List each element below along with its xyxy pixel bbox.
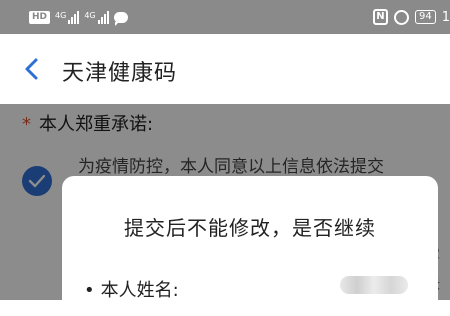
alarm-icon (393, 9, 409, 25)
name-label: 本人姓名: (100, 280, 179, 301)
app-header: 天津健康码 (0, 34, 450, 104)
message-icon (113, 11, 128, 26)
redacted-name (340, 276, 408, 294)
signal-icon-2: 4G (84, 10, 109, 24)
status-right: N 94 1 (372, 8, 450, 26)
network-type-2: 4G (84, 10, 96, 20)
confirm-dialog: 提交后不能修改，是否继续 • 本人姓名: (62, 176, 438, 316)
status-bar: HD 4G 4G N 94 1 (0, 0, 450, 34)
battery-icon: 94 (414, 10, 436, 24)
signal-icon: 4G (55, 10, 80, 24)
nfc-icon: N (372, 9, 388, 25)
page-title: 天津健康码 (62, 61, 178, 86)
chevron-left-icon (25, 58, 38, 80)
clock: 1 (441, 9, 450, 25)
hd-icon: HD (29, 10, 51, 24)
dialog-name-row: • 本人姓名: (84, 276, 179, 302)
back-button[interactable] (16, 51, 52, 87)
dialog-title: 提交后不能修改，是否继续 (124, 216, 376, 240)
bullet: • (84, 280, 95, 301)
network-type: 4G (55, 10, 67, 20)
status-left: HD 4G 4G (29, 8, 128, 26)
